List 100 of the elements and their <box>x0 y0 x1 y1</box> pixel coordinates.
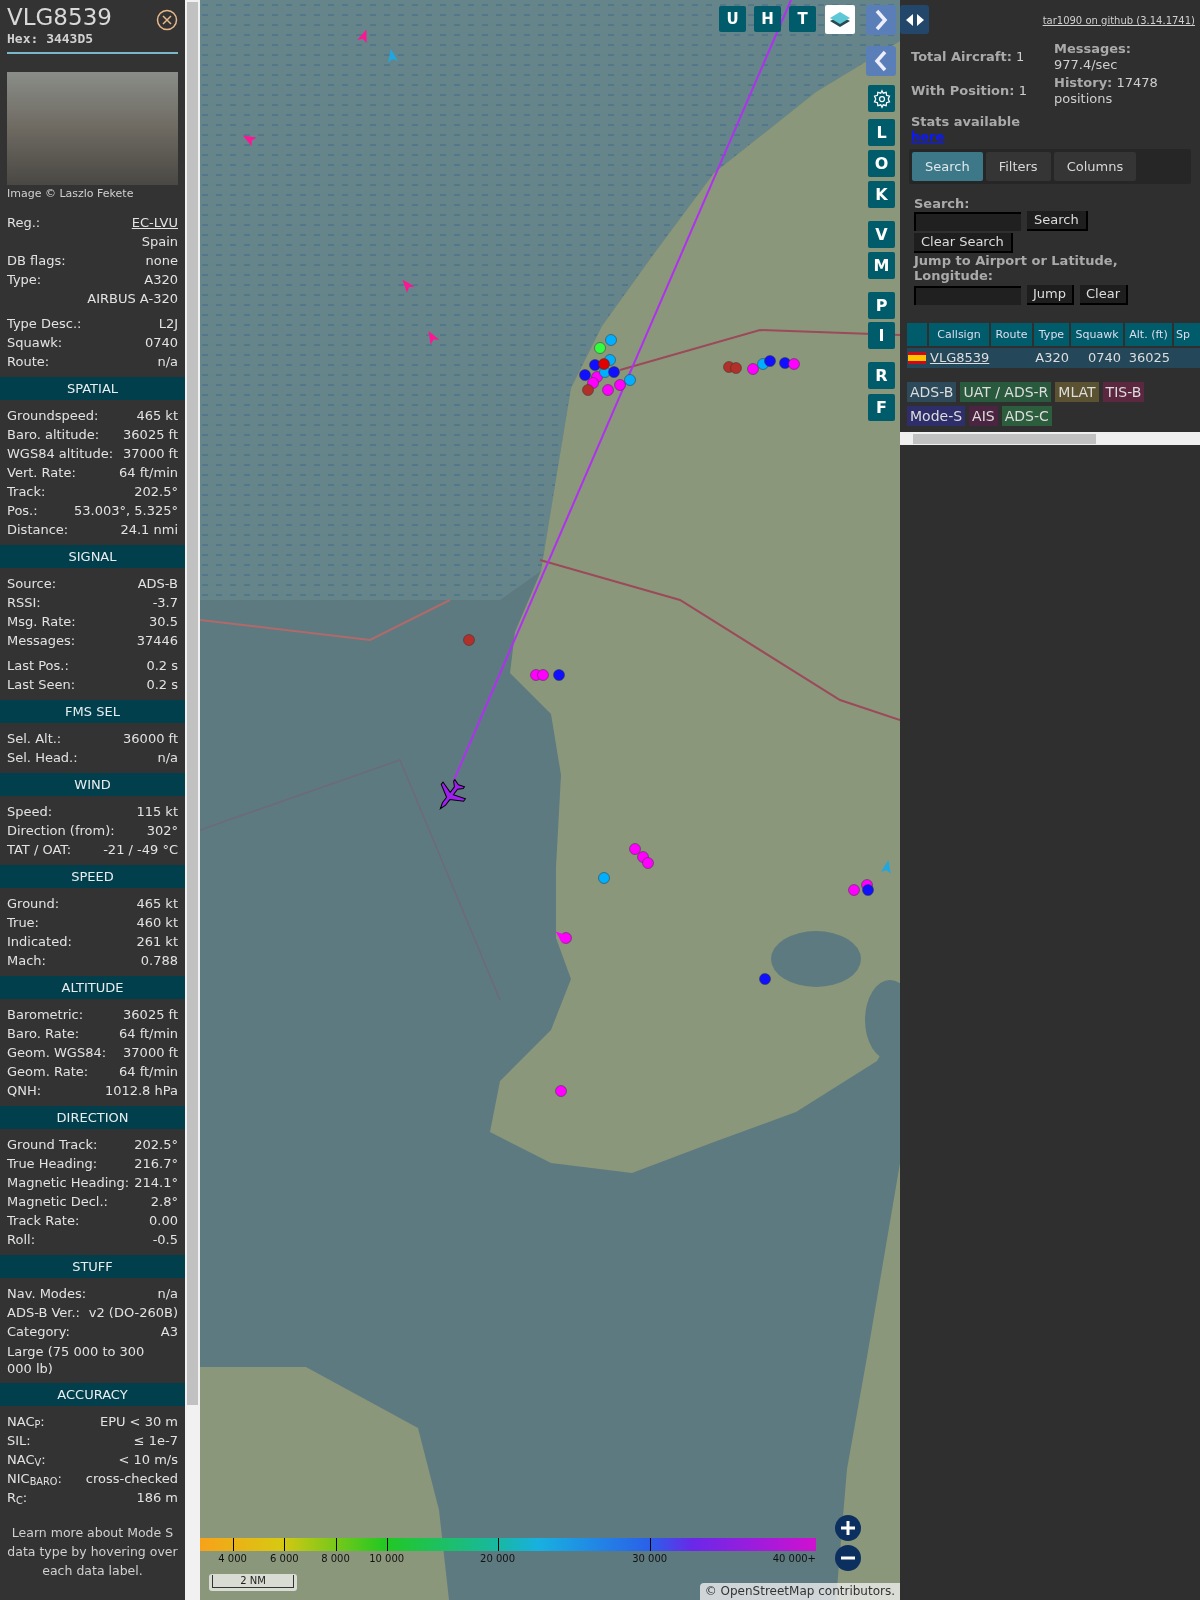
field-value: EPU < 30 m <box>99 1413 178 1431</box>
source-legend-tag: ADS-B <box>907 382 957 402</box>
field-value: 261 kt <box>136 933 178 951</box>
map-toggle-button[interactable]: O <box>868 150 895 177</box>
column-header[interactable]: Squawk <box>1071 323 1123 346</box>
field-label: Geom. Rate: <box>7 1063 89 1081</box>
altitude-legend-label: 8 000 <box>321 1553 350 1565</box>
field-label: NIC$_{BARO}$: <box>7 1470 62 1488</box>
column-header[interactable]: Route <box>991 323 1032 346</box>
map-toggle-button[interactable]: U <box>719 6 746 32</box>
field-value: 0740 <box>144 334 178 352</box>
field-label: Geom. WGS84: <box>7 1044 107 1062</box>
jump-button[interactable]: Jump <box>1027 285 1074 305</box>
field-value: 202.5° <box>134 1136 178 1154</box>
map-toggle-button[interactable]: P <box>868 292 895 319</box>
aircraft-row[interactable]: VLG8539 A320 0740 36025 <box>907 348 1200 368</box>
map-toggle-button[interactable]: T <box>789 6 816 32</box>
settings-button[interactable] <box>868 85 895 112</box>
map-toggle-button[interactable]: F <box>868 394 895 421</box>
field-label: SIL: <box>7 1432 31 1450</box>
field-label: Mach: <box>7 952 46 970</box>
field-value: 465 kt <box>136 407 178 425</box>
map-toggle-button[interactable]: R <box>868 362 895 389</box>
field-value: 30.5 <box>149 613 178 631</box>
clear-button[interactable]: Clear <box>1080 285 1128 305</box>
field-label: Track: <box>7 483 46 501</box>
map[interactable]: U H T L O K V M P I R F 4 000 6 000 8 000 10 000 20 000 30 000 40 000+ 2 NM © OpenStreetMap contributors. <box>200 0 900 1600</box>
map-toggle-button[interactable]: K <box>868 181 895 208</box>
altitude-legend-label: 6 000 <box>270 1553 299 1565</box>
expand-button[interactable] <box>866 5 896 35</box>
section-header: FMS SEL <box>0 700 185 723</box>
map-toggle-button[interactable]: I <box>868 322 895 349</box>
section-header: SPATIAL <box>0 377 185 400</box>
field-label: Magnetic Decl.: <box>7 1193 108 1211</box>
tab[interactable]: Search <box>912 152 983 181</box>
field-value: A3 <box>160 1323 178 1341</box>
field-label: NAC$_{V}$: <box>7 1451 46 1469</box>
column-header[interactable]: Callsign <box>929 323 989 346</box>
jump-label: Jump to Airport or Latitude, Longitude: <box>914 253 1119 283</box>
tab[interactable]: Columns <box>1053 152 1137 181</box>
field-label: Messages: <box>7 632 76 650</box>
map-toggle-button[interactable]: V <box>868 221 895 248</box>
table-cell-text: 0740 <box>1086 349 1122 367</box>
source-legend-tag: AIS <box>969 406 998 426</box>
horizontal-scrollbar[interactable] <box>900 432 1200 445</box>
field-label: RSSI: <box>7 594 41 612</box>
aircraft-callsign: VLG8539 <box>7 3 112 32</box>
field-value: L2J <box>158 315 178 333</box>
column-header[interactable]: Type <box>1034 323 1069 346</box>
jump-field[interactable] <box>914 285 1021 305</box>
field-label: Type: <box>7 271 42 289</box>
field-value: n/a <box>157 749 178 767</box>
tab[interactable]: Filters <box>985 152 1051 181</box>
field-label: WGS84 altitude: <box>7 445 114 463</box>
sidebar-toggle-button[interactable] <box>900 5 929 34</box>
registration-link[interactable]: EC-LVU <box>131 213 178 232</box>
layers-button[interactable] <box>825 5 855 34</box>
github-link[interactable]: tar1090 on github (3.14.1741) <box>1042 14 1195 28</box>
search-button[interactable]: Search <box>1027 211 1088 231</box>
field-value: 24.1 nmi <box>120 521 178 539</box>
field-label: Track Rate: <box>7 1212 80 1230</box>
field-label: True Heading: <box>7 1155 98 1173</box>
close-icon[interactable] <box>156 9 178 31</box>
field-value: -3.7 <box>152 594 178 612</box>
field-label: Reg.: <box>7 214 41 232</box>
search-field[interactable] <box>914 211 1021 231</box>
map-toggle-button[interactable]: M <box>868 252 895 279</box>
section-header: DIRECTION <box>0 1106 185 1129</box>
field-label: Barometric: <box>7 1006 84 1024</box>
field-value: v2 (DO-260B) <box>88 1304 178 1322</box>
field-value: 0.00 <box>149 1212 178 1230</box>
map-toggle-button[interactable]: L <box>868 119 895 146</box>
field-label: R$_{C}$: <box>7 1489 28 1507</box>
layers-icon <box>829 9 851 30</box>
callsign-link[interactable]: VLG8539 <box>929 348 989 368</box>
map-toggle-button[interactable]: H <box>754 6 781 32</box>
field-label: Category: <box>7 1323 70 1341</box>
field-label: ADS-B Ver.: <box>7 1304 80 1322</box>
field-label: Groundspeed: <box>7 407 99 425</box>
settings-icon <box>871 88 892 109</box>
clear-search-button[interactable]: Clear Search <box>914 233 1013 253</box>
field-label: NAC$_{P}$: <box>7 1413 45 1431</box>
field-label: Magnetic Heading: <box>7 1174 130 1192</box>
altitude-legend-label: 40 000+ <box>772 1553 816 1565</box>
column-header[interactable]: Sp <box>1174 323 1200 346</box>
section-header: SPEED <box>0 865 185 888</box>
aircraft-hex: Hex: 3443D5 <box>7 32 95 46</box>
scale-bar: 2 NM <box>209 1574 297 1591</box>
field-label: TAT / OAT: <box>7 841 72 859</box>
field-value: n/a <box>157 353 178 371</box>
collapse-button[interactable] <box>866 46 896 76</box>
category-description: Large (75 000 to 300 000 lb) <box>7 1343 146 1377</box>
field-value: -21 / -49 °C <box>103 841 178 859</box>
column-header[interactable]: Alt. (ft) <box>1125 323 1172 346</box>
table-header-cell <box>907 323 927 346</box>
vertical-scrollbar[interactable] <box>185 0 200 1600</box>
field-label: Direction (from): <box>7 822 115 840</box>
table-cell-text: 36025 <box>1127 349 1171 367</box>
field-label: Source: <box>7 575 57 593</box>
field-value: 64 ft/min <box>119 1025 178 1043</box>
